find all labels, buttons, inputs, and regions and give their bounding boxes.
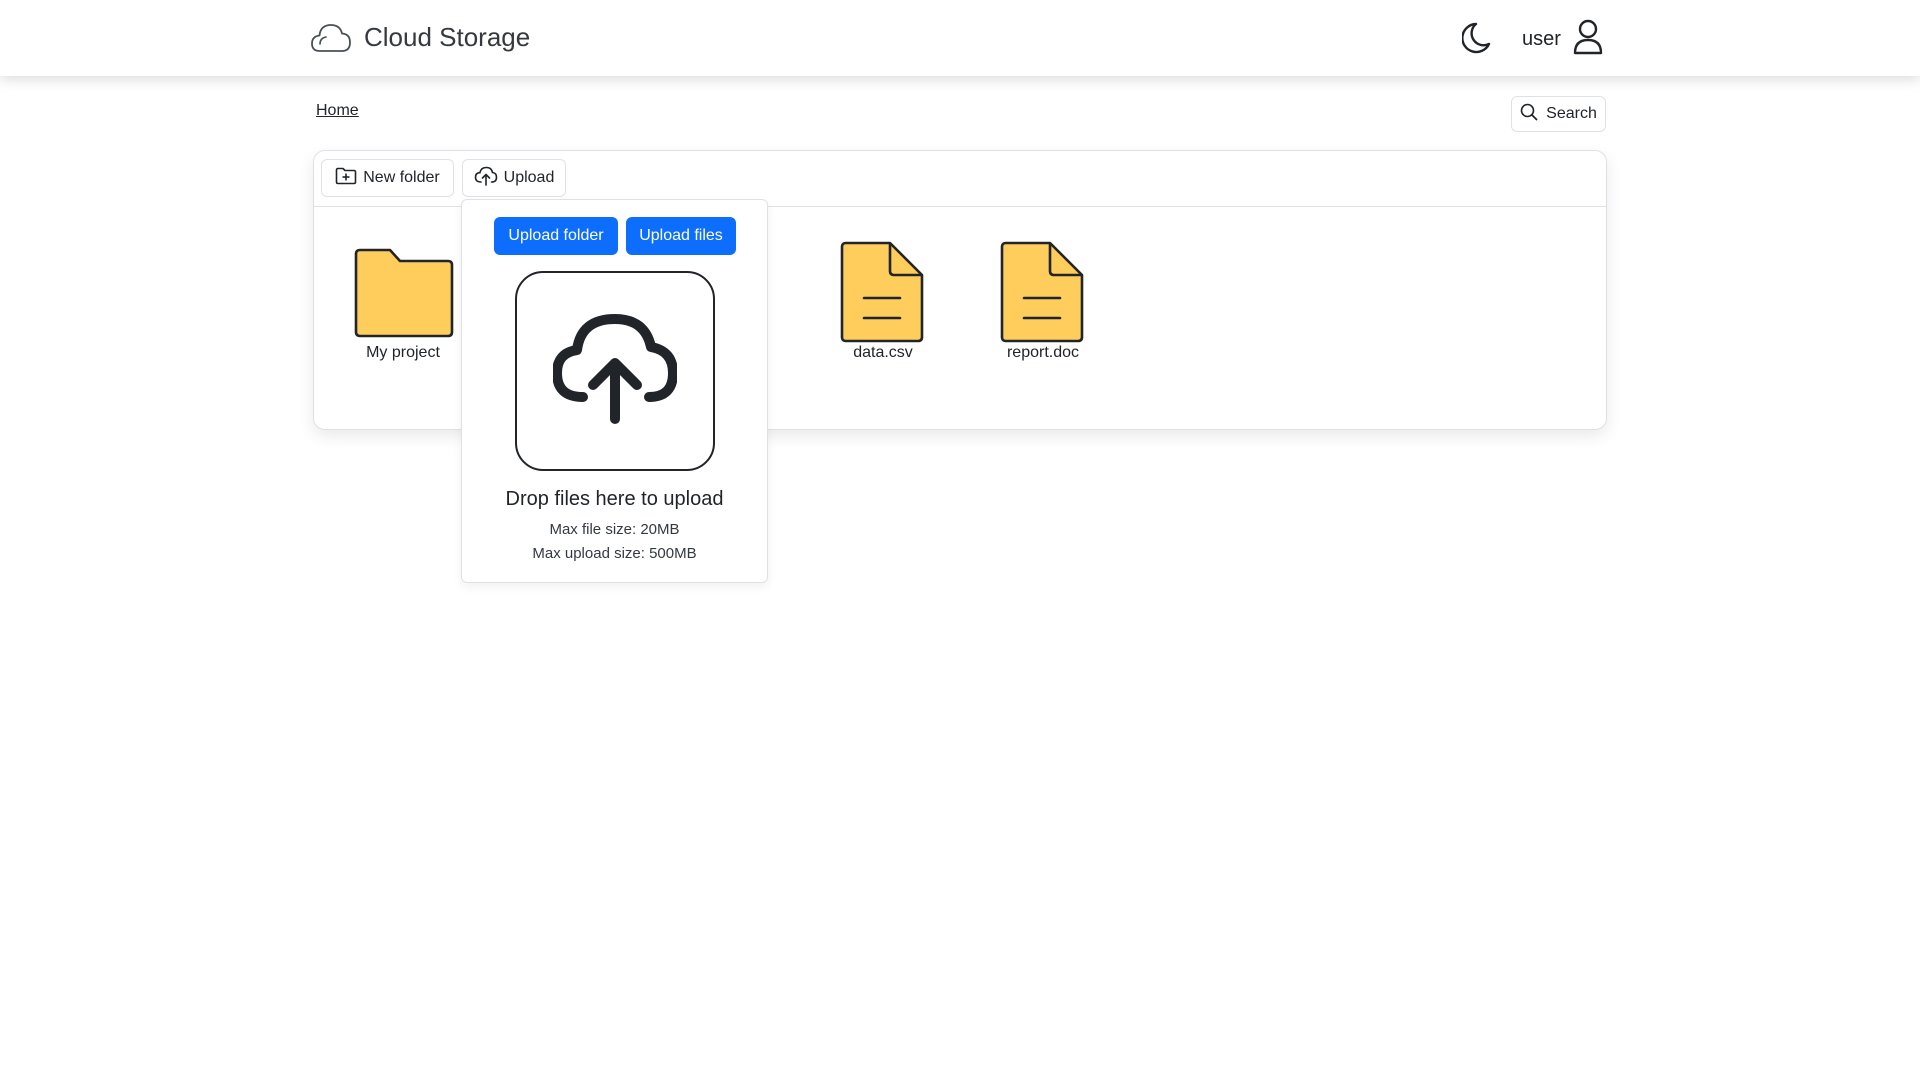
cloud-icon (310, 20, 352, 54)
breadcrumb: Home (316, 102, 359, 120)
brand[interactable]: Cloud Storage (310, 20, 530, 54)
upload-popover: Upload folder Upload files Drop files he… (461, 199, 768, 583)
top-navbar: Cloud Storage user (0, 0, 1920, 76)
upload-folder-button[interactable]: Upload folder (494, 217, 618, 255)
moon-icon (1461, 22, 1492, 59)
file-item[interactable]: data.csv (828, 241, 938, 366)
item-label: My project (366, 344, 440, 361)
breadcrumb-home-link[interactable]: Home (316, 102, 359, 119)
folder-plus-icon (335, 167, 357, 190)
item-label: report.doc (1006, 344, 1080, 361)
max-file-size-text: Max file size: 20MB (549, 521, 680, 538)
file-text-icon (840, 241, 926, 350)
dropzone-title: Drop files here to upload (505, 488, 724, 510)
file-item[interactable]: report.doc (988, 241, 1098, 366)
folder-icon (352, 246, 456, 343)
item-label: data.csv (853, 344, 913, 361)
search-button[interactable]: Search (1511, 96, 1606, 132)
search-icon (1520, 103, 1538, 126)
person-icon (1573, 19, 1603, 60)
upload-label: Upload (503, 169, 555, 186)
max-upload-size-text: Max upload size: 500MB (532, 545, 697, 562)
app-title: Cloud Storage (364, 21, 531, 52)
upload-files-button[interactable]: Upload files (626, 217, 736, 255)
user-menu[interactable]: user (1522, 19, 1603, 60)
cloud-upload-icon (552, 313, 678, 430)
search-label: Search (1546, 105, 1597, 122)
theme-toggle-button[interactable] (1461, 21, 1492, 60)
cloud-upload-icon (474, 166, 498, 191)
file-text-icon (1000, 241, 1086, 350)
folder-item[interactable]: My project (348, 246, 458, 366)
user-name: user (1522, 28, 1561, 50)
new-folder-button[interactable]: New folder (321, 159, 454, 197)
new-folder-label: New folder (363, 169, 440, 186)
upload-button[interactable]: Upload (462, 159, 566, 197)
dropzone[interactable] (515, 271, 715, 471)
